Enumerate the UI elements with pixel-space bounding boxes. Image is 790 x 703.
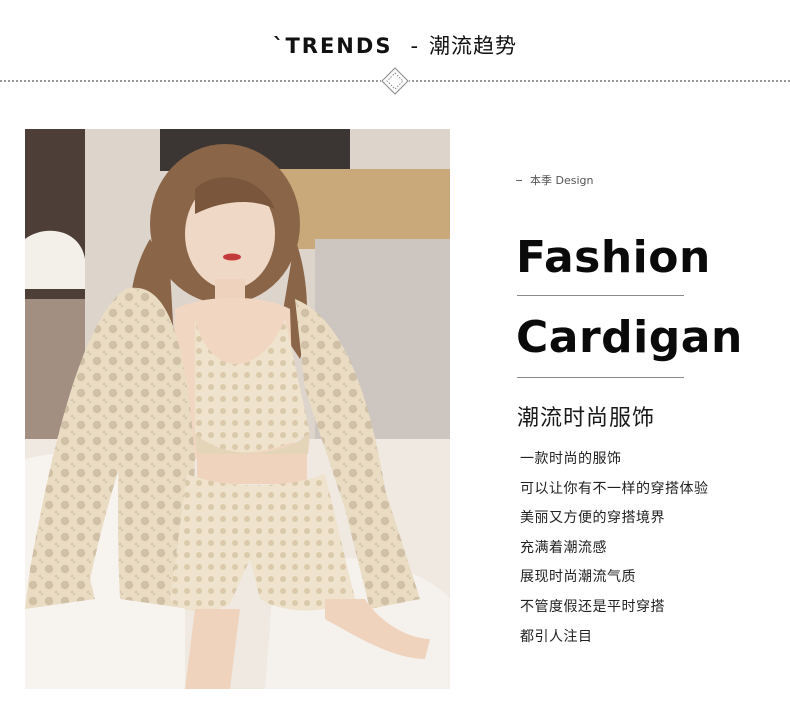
section-header: `TRENDS - 潮流趋势 [0, 30, 790, 60]
model-photo [25, 129, 450, 689]
eyebrow-dash [516, 179, 522, 181]
header-title-cn: 潮流趋势 [429, 34, 518, 58]
description-line: 一款时尚的服饰 [520, 451, 622, 467]
headline-rule-2 [517, 377, 684, 378]
headline-fashion: Fashion [516, 232, 711, 283]
eyebrow-text: 本季 Design [530, 174, 594, 187]
description-line: 充满着潮流感 [520, 539, 607, 556]
diamond-ornament-icon [381, 67, 409, 95]
fashion-model-photo-icon [25, 129, 450, 689]
headline-rule-1 [517, 295, 684, 296]
description-line: 可以让你有不一样的穿搭体验 [520, 480, 709, 497]
product-copy: 本季 Design Fashion Cardigan 潮流时尚服饰 一款时尚的服… [516, 172, 776, 645]
description-line: 展现时尚潮流气质 [520, 569, 636, 586]
description-line: 美丽又方便的穿搭境界 [520, 510, 665, 527]
eyebrow: 本季 Design [516, 172, 776, 188]
header-title-en: `TRENDS [272, 34, 393, 58]
subheading: 潮流时尚服饰 [517, 406, 656, 431]
description-list: 一款时尚的服饰 可以让你有不一样的穿搭体验 美丽又方便的穿搭境界 充满着潮流感 … [520, 449, 709, 656]
description-line: 都引人注目 [520, 628, 593, 645]
header-separator: - [410, 34, 420, 58]
description-line: 不管度假还是平时穿搭 [520, 598, 665, 615]
headline-cardigan: Cardigan [516, 312, 743, 363]
